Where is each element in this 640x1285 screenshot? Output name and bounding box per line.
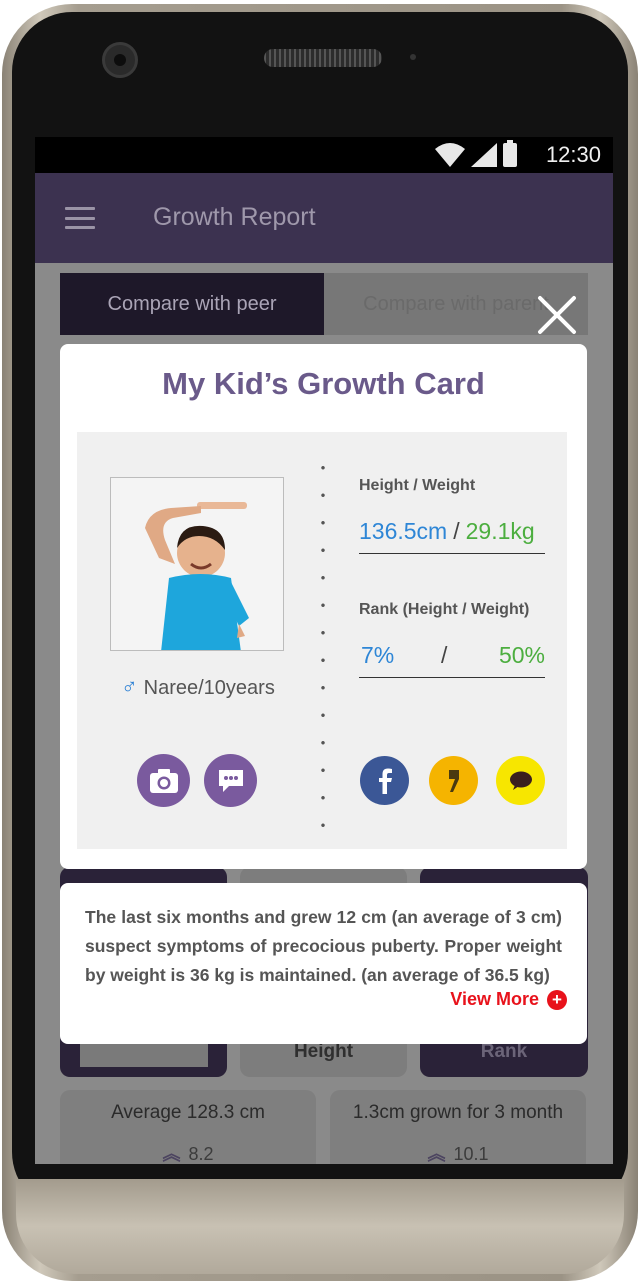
- earpiece-speaker: [264, 49, 382, 67]
- view-more-label: View More: [450, 989, 539, 1009]
- status-time: 12:30: [545, 142, 601, 167]
- hamburger-icon[interactable]: [65, 207, 95, 229]
- growth-summary-box: The last six months and grew 12 cm (an a…: [60, 883, 587, 1044]
- chat-icon: [218, 769, 243, 792]
- bg-card-label: Height: [293, 1041, 354, 1062]
- stat-card-growth: 1.3cm grown for 3 month ︽ 10.1: [330, 1090, 586, 1164]
- signal-icon: [471, 143, 497, 167]
- camera-button[interactable]: [137, 754, 190, 807]
- hw-separator: /: [453, 518, 460, 544]
- height-weight-label: Height / Weight: [359, 477, 476, 494]
- battery-icon: [503, 140, 517, 167]
- plus-icon: +: [547, 989, 567, 1010]
- male-icon: ♂: [121, 674, 138, 699]
- tab-bar: Compare with peer Compare with parent: [60, 273, 588, 335]
- kakaostory-icon: [448, 769, 459, 792]
- kid-name: Naree/10years: [143, 677, 275, 699]
- stat-title: Average 128.3 cm: [111, 1102, 265, 1123]
- rank-value: 7% / 50%: [359, 642, 545, 678]
- status-icons: [435, 140, 517, 167]
- proximity-sensor: [410, 54, 416, 60]
- kakaotalk-icon: [509, 771, 532, 790]
- stat-title: 1.3cm grown for 3 month: [352, 1102, 564, 1123]
- wifi-icon: [435, 143, 465, 167]
- status-bar: 12:30: [35, 137, 613, 173]
- facebook-icon: [378, 768, 392, 794]
- stat-value: 10.1: [453, 1144, 489, 1164]
- stat-cards: Average 128.3 cm ︽ 8.2 1.3cm grown for 3 …: [60, 1090, 588, 1164]
- front-camera: [102, 42, 138, 78]
- height-value: 136.5cm: [359, 518, 448, 544]
- rank-separator: /: [441, 642, 448, 668]
- height-rank-value: 7%: [361, 642, 395, 668]
- kakaotalk-share-button[interactable]: [496, 756, 545, 805]
- app-title: Growth Report: [153, 203, 316, 231]
- growth-card-panel: ♂ Naree/10years Height / Weight 136.5cm …: [77, 432, 567, 849]
- growth-summary-text: The last six months and grew 12 cm (an a…: [85, 907, 562, 985]
- modal-title: My Kid’s Growth Card: [162, 366, 485, 401]
- chevron-up-icon: ︽: [162, 1144, 181, 1164]
- tab-compare-peer[interactable]: Compare with peer: [60, 273, 324, 335]
- weight-value: 29.1kg: [465, 518, 535, 544]
- weight-rank-value: 50%: [498, 642, 545, 668]
- view-more-link[interactable]: View More +: [450, 989, 567, 1010]
- app-bar: Growth Report: [35, 173, 613, 263]
- screen: 12:30 Growth Report Compare with peer Co…: [35, 137, 613, 1164]
- dotted-divider: [320, 454, 326, 830]
- kid-photo[interactable]: [110, 477, 284, 651]
- growth-card-modal: My Kid’s Growth Card ♂ Naree/10years Hei…: [60, 344, 587, 869]
- stat-card-average: Average 128.3 cm ︽ 8.2: [60, 1090, 316, 1164]
- chevron-up-icon: ︽: [427, 1144, 446, 1164]
- facebook-share-button[interactable]: [360, 756, 409, 805]
- rank-label: Rank (Height / Weight): [359, 601, 530, 618]
- stat-value: 8.2: [188, 1144, 214, 1164]
- bg-card-label: Rank: [480, 1041, 528, 1062]
- height-weight-value: 136.5cm/29.1kg: [359, 518, 545, 554]
- camera-icon: [149, 768, 178, 793]
- kakaostory-share-button[interactable]: [429, 756, 478, 805]
- message-button[interactable]: [204, 754, 257, 807]
- phone-chin: [16, 1179, 624, 1274]
- kid-photo-image: [111, 478, 283, 650]
- close-icon[interactable]: [537, 295, 577, 335]
